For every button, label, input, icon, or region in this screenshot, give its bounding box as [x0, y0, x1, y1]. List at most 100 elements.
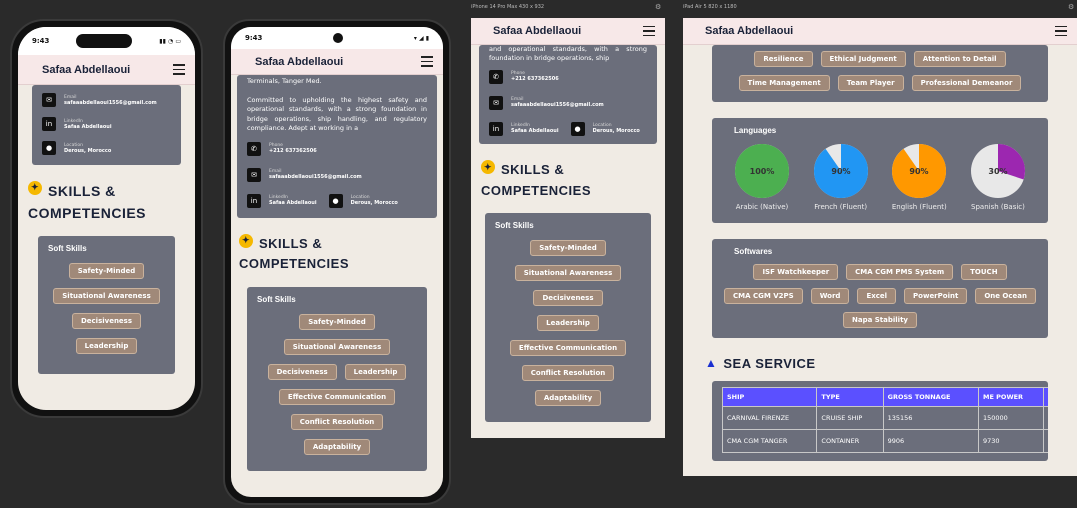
- contact-linkedin: in LinkedIn Safaa Abdellaoui: [42, 117, 171, 131]
- skill-chip[interactable]: Adaptability: [303, 439, 371, 456]
- skills-heading: ✦ SKILLS & COMPETENCIES: [28, 181, 195, 224]
- android-frame: 9:43 ▾ ◢ ▮ Safaa Abdellaoui Terminals, T…: [223, 19, 451, 505]
- software-chip[interactable]: Excel: [857, 288, 897, 304]
- language-item: 90% French (Fluent): [813, 143, 869, 211]
- language-pie-chart: 90%: [892, 144, 947, 198]
- table-row: CMA CGM TANGERCONTAINER990697301: [721, 429, 1048, 453]
- software-chip[interactable]: CMA CGM PMS System: [846, 264, 954, 280]
- software-chip[interactable]: ISF Watchkeeper: [753, 264, 839, 280]
- skill-chip[interactable]: Effective Communication: [509, 340, 627, 357]
- skills-heading-line1: SKILLS &: [48, 183, 116, 199]
- contact-email: ✉ Email safaaabdellaoui1556@gmail.com: [489, 95, 647, 110]
- software-chip[interactable]: TOUCH: [961, 264, 1007, 280]
- android-screen: 9:43 ▾ ◢ ▮ Safaa Abdellaoui Terminals, T…: [231, 27, 443, 497]
- settings-gear-icon[interactable]: ⚙: [1068, 3, 1074, 11]
- table-header-cell[interactable]: GROSS TONNAGE: [882, 387, 979, 407]
- contact-linkedin: in LinkedIn Safaa Abdellaoui: [247, 193, 317, 208]
- ship-triangle-icon: ▲: [705, 356, 718, 370]
- phone-value[interactable]: +212 637362506: [269, 148, 317, 154]
- skill-chip[interactable]: Situational Awareness: [514, 265, 622, 282]
- dynamic-island: [76, 34, 133, 48]
- skill-chip[interactable]: Adaptability: [534, 390, 602, 407]
- skill-chip[interactable]: Situational Awareness: [53, 288, 160, 305]
- soft-skills-title: Soft Skills: [495, 221, 534, 231]
- skill-chip[interactable]: Effective Communication: [278, 389, 396, 406]
- skill-chip[interactable]: Safety-Minded: [530, 240, 606, 257]
- skill-chip[interactable]: Professional Demeanor: [911, 75, 1022, 91]
- table-header-cell[interactable]: F: [1043, 387, 1048, 407]
- about-card: Terminals, Tanger Med. Committed to upho…: [237, 75, 437, 218]
- skill-chip[interactable]: Safety-Minded: [299, 314, 375, 331]
- phone-value[interactable]: +212 637362506: [511, 76, 559, 82]
- status-bar: 9:43 ▮▮ ◔ ▭: [18, 27, 195, 55]
- language-item: 100% Arabic (Native): [734, 143, 790, 211]
- email-value[interactable]: safaaabdellaoui1556@gmail.com: [269, 174, 362, 180]
- contact-email: ✉ Email safaaabdellaoui1556@gmail.com: [247, 167, 427, 182]
- table-body: CARNIVAL FIRENZECRUISE SHIP1351561500001…: [721, 406, 1048, 453]
- table-cell: 1: [1043, 429, 1048, 453]
- skill-chip[interactable]: Decisiveness: [533, 290, 603, 307]
- iphone14pro-frame: 9:43 ▮▮ ◔ ▭ Safaa Abdellaoui ✉ Email safa…: [10, 19, 203, 418]
- skills-heading-line1: SKILLS &: [259, 235, 323, 251]
- sea-service-table: SHIPTYPEGROSS TONNAGEME POWERF CARNIVAL …: [721, 387, 1048, 453]
- language-name: English (Fluent): [891, 203, 947, 211]
- skill-chip[interactable]: Conflict Resolution: [290, 414, 384, 431]
- skill-chip[interactable]: Leadership: [537, 315, 599, 332]
- linkedin-value[interactable]: Safaa Abdellaoui: [64, 124, 112, 130]
- linkedin-value[interactable]: Safaa Abdellaoui: [511, 128, 559, 134]
- table-header-cell[interactable]: ME POWER: [977, 387, 1045, 407]
- linkedin-value[interactable]: Safaa Abdellaoui: [269, 200, 317, 206]
- linkedin-icon: in: [489, 121, 503, 136]
- skill-chip[interactable]: Safety-Minded: [68, 263, 145, 280]
- skills-heading: ✦ SKILLS & COMPETENCIES: [239, 233, 443, 276]
- device-label-promax: iPhone 14 Pro Max 430 x 932: [471, 4, 545, 10]
- skill-chip[interactable]: Leadership: [344, 364, 407, 381]
- soft-skills-title: Soft Skills: [257, 295, 296, 305]
- skill-chip[interactable]: Leadership: [75, 338, 138, 355]
- skill-chip[interactable]: Ethical Judgment: [820, 51, 906, 67]
- skill-chip[interactable]: Team Player: [837, 75, 904, 91]
- skill-chip[interactable]: Conflict Resolution: [521, 365, 615, 382]
- skill-chip[interactable]: Decisiveness: [71, 313, 142, 330]
- site-title[interactable]: Safaa Abdellaoui: [255, 56, 343, 68]
- site-header: Safaa Abdellaoui: [683, 18, 1077, 45]
- software-chip[interactable]: Napa Stability: [843, 312, 917, 328]
- site-header: Safaa Abdellaoui: [18, 55, 195, 85]
- software-chip[interactable]: Word: [810, 288, 850, 304]
- skill-chip[interactable]: Time Management: [738, 75, 830, 91]
- language-name: Arabic (Native): [735, 203, 789, 211]
- site-title[interactable]: Safaa Abdellaoui: [42, 64, 130, 76]
- language-pie-chart: 100%: [735, 144, 789, 198]
- settings-gear-icon[interactable]: ⚙: [655, 3, 661, 11]
- software-chip[interactable]: One Ocean: [975, 288, 1036, 304]
- table-cell: 150000: [977, 406, 1045, 430]
- promax-screen: Safaa Abdellaoui and operational standar…: [471, 18, 665, 438]
- hamburger-menu-icon[interactable]: [421, 56, 433, 67]
- contact-location: ● Location Derous, Morocco: [570, 121, 640, 136]
- pie-percent-label: 100%: [750, 167, 775, 176]
- skill-chip[interactable]: Decisiveness: [267, 364, 337, 381]
- hamburger-menu-icon[interactable]: [1055, 25, 1067, 37]
- software-chip[interactable]: CMA CGM V2PS: [723, 288, 803, 304]
- software-chip[interactable]: PowerPoint: [904, 288, 968, 304]
- email-value[interactable]: safaaabdellaoui1556@gmail.com: [511, 102, 604, 108]
- skill-chip[interactable]: Attention to Detail: [913, 51, 1006, 67]
- skill-chip[interactable]: Resilience: [754, 51, 813, 67]
- email-value[interactable]: safaaabdellaoui1556@gmail.com: [64, 100, 157, 106]
- site-title[interactable]: Safaa Abdellaoui: [493, 25, 581, 37]
- hamburger-menu-icon[interactable]: [173, 64, 185, 75]
- table-header-cell[interactable]: SHIP: [721, 387, 818, 407]
- site-title[interactable]: Safaa Abdellaoui: [705, 25, 793, 37]
- languages-title: Languages: [734, 126, 777, 135]
- contact-location: ● Location Derous, Morocco: [328, 193, 398, 208]
- skills-icon: ✦: [481, 159, 495, 174]
- hamburger-menu-icon[interactable]: [643, 25, 655, 37]
- pie-percent-label: 30%: [988, 167, 1007, 176]
- table-header-row: SHIPTYPEGROSS TONNAGEME POWERF: [721, 387, 1048, 407]
- contact-email: ✉ Email safaaabdellaoui1556@gmail.com: [42, 93, 171, 107]
- skill-chip[interactable]: Situational Awareness: [283, 339, 391, 356]
- soft-skills-title: Soft Skills: [48, 244, 87, 254]
- email-icon: ✉: [489, 95, 503, 110]
- location-pin-icon: ●: [42, 141, 56, 155]
- table-header-cell[interactable]: TYPE: [816, 387, 884, 407]
